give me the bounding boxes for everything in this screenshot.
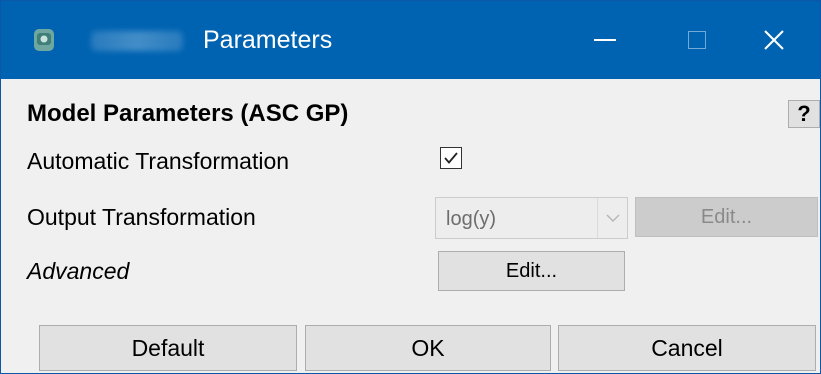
blurred-app-name	[91, 31, 183, 51]
window-title: Parameters	[203, 26, 333, 54]
chevron-down-icon[interactable]	[597, 198, 627, 238]
ok-button[interactable]: OK	[305, 325, 551, 371]
close-button[interactable]	[728, 1, 820, 79]
close-icon	[764, 30, 784, 50]
output-transformation-value: log(y)	[446, 208, 497, 230]
default-button[interactable]: Default	[39, 325, 297, 371]
automatic-transformation-label: Automatic Transformation	[27, 148, 290, 174]
minimize-icon	[594, 39, 616, 41]
section-title: Model Parameters (ASC GP)	[27, 100, 349, 127]
cancel-button[interactable]: Cancel	[558, 325, 816, 371]
automatic-transformation-checkbox[interactable]	[440, 147, 462, 169]
advanced-label: Advanced	[27, 258, 130, 284]
parameters-dialog: Parameters Model Parameters (ASC GP) ? A…	[0, 0, 821, 374]
maximize-icon	[688, 31, 706, 49]
help-button[interactable]: ?	[788, 100, 820, 128]
checkmark-icon	[444, 152, 458, 164]
minimize-button[interactable]	[559, 1, 651, 79]
app-icon	[31, 27, 57, 53]
title-bar[interactable]: Parameters	[1, 1, 820, 79]
output-transformation-label: Output Transformation	[27, 204, 256, 230]
output-transformation-select[interactable]: log(y)	[435, 197, 628, 239]
dialog-content: Model Parameters (ASC GP) ? Automatic Tr…	[1, 79, 820, 373]
output-transformation-edit-button[interactable]: Edit...	[635, 197, 818, 237]
advanced-edit-button[interactable]: Edit...	[438, 251, 625, 291]
